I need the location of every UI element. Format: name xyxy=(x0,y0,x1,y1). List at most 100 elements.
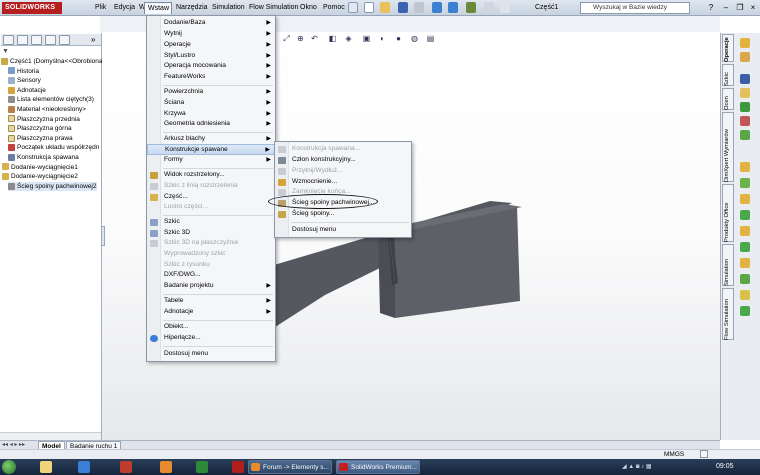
expand-panel-icon[interactable]: » xyxy=(91,34,95,45)
feature-tool-icon[interactable] xyxy=(740,290,750,300)
minimize-icon[interactable]: – xyxy=(720,2,732,13)
menu-item-face[interactable]: Ściana ▶ xyxy=(147,98,275,109)
menu-item-molds[interactable]: Formy ▶ xyxy=(147,155,275,166)
design-library-icon[interactable] xyxy=(740,52,750,62)
filter-icon[interactable]: ▼ xyxy=(2,48,10,56)
menu-item-3d-sketch-on-plane[interactable]: Szkic 3D na płaszczyźnie xyxy=(147,238,275,249)
menu-item-tables[interactable]: Tabele ▶ xyxy=(147,296,275,307)
clock[interactable]: 09:05 xyxy=(716,461,734,473)
redo-icon[interactable] xyxy=(448,2,458,13)
feature-tool-icon[interactable] xyxy=(740,194,750,204)
menu-item-derived-sketch[interactable]: Wyprowadzony szkic xyxy=(147,249,275,260)
close-icon[interactable]: × xyxy=(747,2,759,13)
tree-item-selected[interactable]: Ścieg spoiny pachwinowej2 xyxy=(8,181,97,192)
feature-tool-icon[interactable] xyxy=(740,210,750,220)
new-document-icon[interactable] xyxy=(364,2,374,13)
tree-item[interactable]: Sensory xyxy=(8,76,41,86)
start-button[interactable] xyxy=(2,460,16,474)
property-manager-tab[interactable] xyxy=(17,35,28,45)
feature-tool-icon[interactable] xyxy=(740,258,750,268)
menu-item-reference-geometry[interactable]: Geometria odniesienia ▶ xyxy=(147,119,275,130)
tab-dimxpert[interactable]: DimXpert Wymiarów xyxy=(722,112,734,182)
menu-item-boss-base[interactable]: Dodanie/Baza ▶ xyxy=(147,18,275,29)
restore-icon[interactable]: ❐ xyxy=(734,2,746,13)
tree-item[interactable]: Początek układu współrzędn xyxy=(8,143,99,153)
menu-item-dxf-dwg[interactable]: DXF/DWG... xyxy=(147,270,275,281)
tree-item[interactable]: Płaszczyzna prawa xyxy=(8,134,73,144)
tree-item[interactable]: Lista elementów ciętych(3) xyxy=(8,95,94,105)
menu-file[interactable]: Plik xyxy=(92,2,109,14)
menu-item-weldments[interactable]: Konstrukcje spawane ▶ xyxy=(147,144,275,155)
file-explorer-icon[interactable] xyxy=(740,74,750,84)
menu-item-featureworks[interactable]: FeatureWorks ▶ xyxy=(147,72,275,83)
appearances-icon[interactable] xyxy=(740,116,750,126)
menu-help[interactable]: Pomoc xyxy=(320,2,348,14)
feature-tool-icon[interactable] xyxy=(740,242,750,252)
explorer-pin-icon[interactable] xyxy=(40,461,52,473)
select-icon[interactable] xyxy=(484,2,494,13)
feature-tool-icon[interactable] xyxy=(740,178,750,188)
menu-item-annotations[interactable]: Adnotacje ▶ xyxy=(147,307,275,318)
tab-features[interactable]: Operacje xyxy=(722,34,734,62)
help-icon[interactable]: ? xyxy=(705,2,717,13)
print-icon[interactable] xyxy=(414,2,424,13)
menu-insert[interactable]: Wstaw xyxy=(144,2,172,14)
tree-item[interactable]: Historia xyxy=(8,67,39,77)
menu-item-object[interactable]: Obiekt... xyxy=(147,322,275,333)
menu-item-surface[interactable]: Powierzchnia ▶ xyxy=(147,87,275,98)
menu-item-design-study[interactable]: Badanie projektu ▶ xyxy=(147,281,275,292)
display-manager-tab[interactable] xyxy=(59,35,70,45)
save-icon[interactable] xyxy=(398,2,408,13)
custom-properties-icon[interactable] xyxy=(740,130,750,140)
feature-tool-icon[interactable] xyxy=(740,306,750,316)
menu-simulation[interactable]: Simulation xyxy=(209,2,248,14)
configuration-tab[interactable] xyxy=(31,35,42,45)
tree-item[interactable]: Dodanie-wyciągnięcie2 xyxy=(2,172,78,182)
menu-tools[interactable]: Narzędzia xyxy=(173,2,211,14)
firefox-pin-icon[interactable] xyxy=(160,461,172,473)
units-indicator[interactable]: MMGS xyxy=(664,450,684,459)
taskbar-task-forum[interactable]: Forum -> Elementy s... xyxy=(248,460,332,474)
tree-item[interactable]: Konstrukcja spawana xyxy=(8,153,79,163)
app-pin-icon[interactable] xyxy=(196,461,208,473)
feature-tool-icon[interactable] xyxy=(740,162,750,172)
help-icon[interactable] xyxy=(700,450,708,458)
tree-item[interactable]: Płaszczyzna przednia xyxy=(8,115,80,125)
feature-tool-icon[interactable] xyxy=(740,226,750,236)
view-palette-icon[interactable] xyxy=(740,102,750,112)
search-input[interactable]: Wyszukaj w Bazie wiedzy xyxy=(580,2,690,14)
menu-item-explode-line-sketch[interactable]: Szkic z linią rozstrzelenia xyxy=(147,181,275,192)
tab-evaluate[interactable]: Ocen xyxy=(722,88,734,110)
menu-item-customize-menu[interactable]: Dostosuj menu xyxy=(147,349,275,360)
tree-item[interactable]: Materiał <nieokreślony> xyxy=(8,105,86,115)
tree-scrollbar[interactable] xyxy=(0,432,101,440)
tab-simulation[interactable]: Simulation xyxy=(722,244,734,286)
menu-item-cut[interactable]: Wytnij ▶ xyxy=(147,29,275,40)
menu-edit[interactable]: Edycja xyxy=(111,2,138,14)
feature-tool-icon[interactable] xyxy=(740,274,750,284)
system-tray[interactable]: ◢ ▲ ◙ ♪ ▦ xyxy=(622,463,702,472)
taskbar-task-solidworks[interactable]: SolidWorks Premium... xyxy=(336,460,420,474)
solidworks-pin-icon[interactable] xyxy=(232,461,244,473)
media-pin-icon[interactable] xyxy=(120,461,132,473)
tree-item[interactable]: Adnotacje xyxy=(8,86,46,96)
menu-flow-simulation[interactable]: Flow Simulation xyxy=(246,2,301,14)
menu-item-hyperlink[interactable]: Hiperłącze... xyxy=(147,333,275,344)
menu-item-mirror-part[interactable]: Lustro części... xyxy=(147,202,275,213)
submenu-item-weldment[interactable]: Konstrukcja spawana... xyxy=(275,144,411,155)
open-folder-icon[interactable] xyxy=(380,2,390,13)
submenu-item-weld-bead[interactable]: Ścieg spoiny... xyxy=(275,209,411,220)
tree-item[interactable]: Dodanie-wyciągnięcie1 xyxy=(2,163,78,173)
dimxpert-tab[interactable] xyxy=(45,35,56,45)
solidworks-logo[interactable]: SOLIDWORKS xyxy=(2,2,62,14)
tree-item[interactable]: Płaszczyzna górna xyxy=(8,124,72,134)
tree-root[interactable]: Część1 (Domyślna<<Obrobiona> xyxy=(1,57,106,67)
rebuild-icon[interactable] xyxy=(466,2,476,13)
menu-item-features[interactable]: Operacje ▶ xyxy=(147,40,275,51)
menu-item-fastening-feature[interactable]: Operacja mocowania ▶ xyxy=(147,61,275,72)
feature-tree-tab[interactable] xyxy=(3,35,14,45)
undo-icon[interactable] xyxy=(432,2,442,13)
menu-window[interactable]: Okno xyxy=(297,2,320,14)
home-icon[interactable] xyxy=(740,38,750,48)
menu-item-exploded-view[interactable]: Widok rozstrzelony... xyxy=(147,170,275,181)
